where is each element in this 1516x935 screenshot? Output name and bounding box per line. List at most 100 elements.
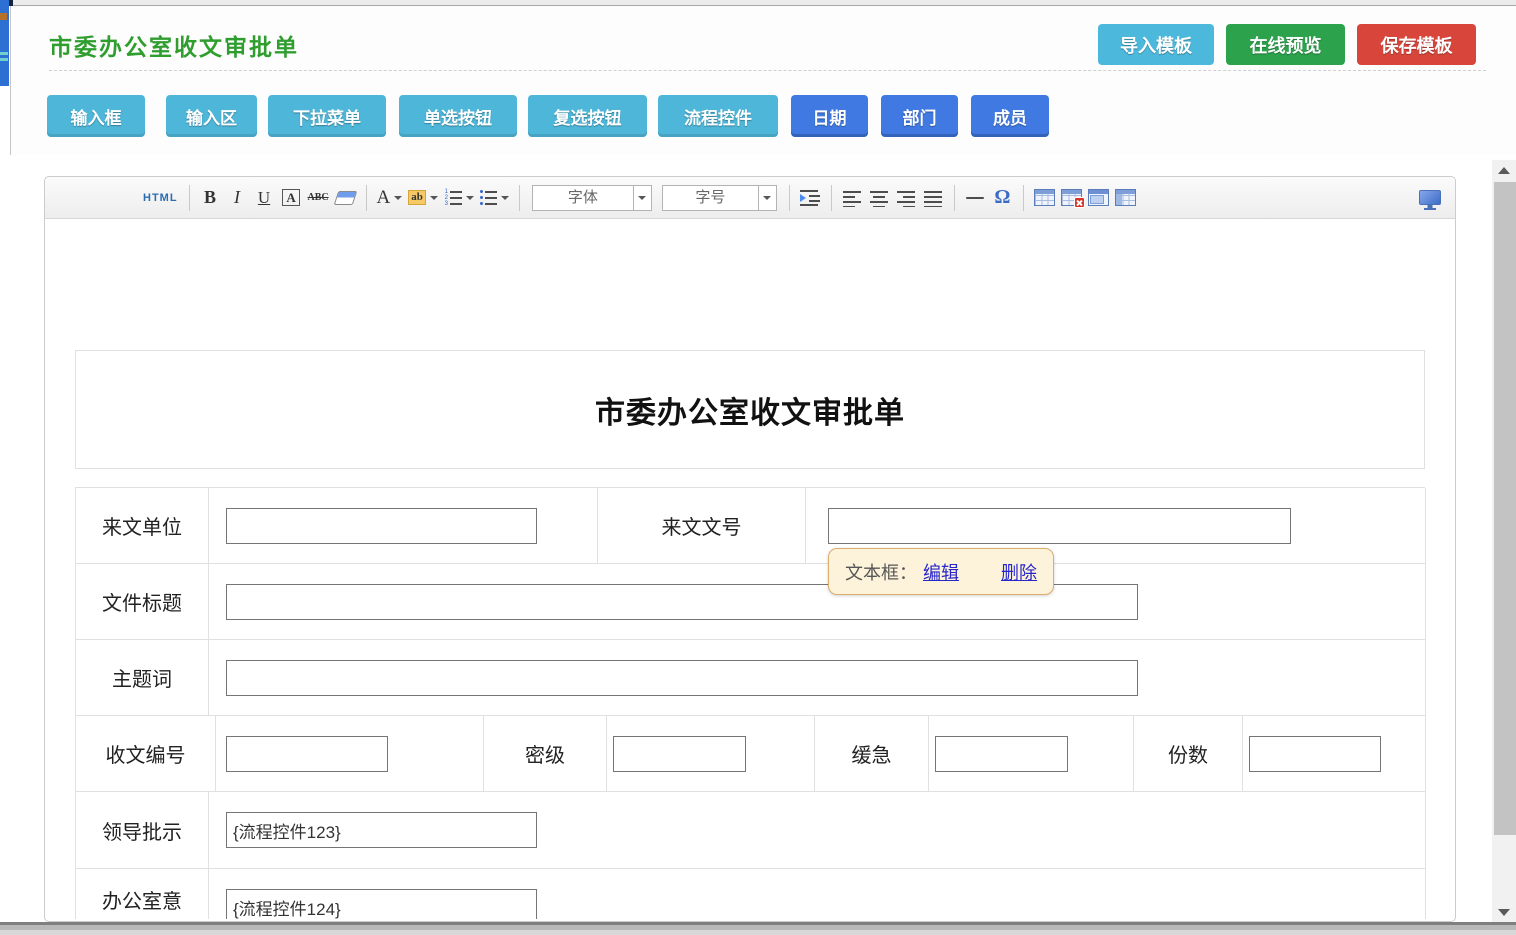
input-urgency[interactable]: [935, 736, 1068, 772]
boxed-a-icon: A: [282, 189, 299, 206]
table-row: 来文单位 来文文号: [76, 488, 1425, 564]
scrollbar-thumb[interactable]: [1494, 182, 1516, 835]
indent-icon: [800, 189, 820, 206]
label-urgency: 缓急: [815, 716, 929, 792]
font-style-button[interactable]: A: [278, 184, 305, 211]
text-color-button[interactable]: A: [374, 184, 406, 211]
scroll-down-button[interactable]: [1492, 902, 1516, 922]
table-row: 领导批示: [76, 792, 1425, 869]
input-incoming-unit[interactable]: [226, 508, 537, 544]
maximize-button[interactable]: [1416, 184, 1443, 211]
input-security-level[interactable]: [613, 736, 746, 772]
scroll-up-button[interactable]: [1492, 160, 1516, 180]
remove-format-button[interactable]: [332, 184, 359, 211]
field-action-tooltip: 文本框： 编辑 删除: [828, 548, 1054, 595]
bold-button[interactable]: B: [197, 184, 224, 211]
widget-button-checkbox[interactable]: 复选按钮: [528, 95, 647, 137]
italic-button[interactable]: I: [224, 184, 251, 211]
select-dropdown-button[interactable]: [758, 186, 776, 210]
monitor-icon: [1419, 190, 1441, 205]
widget-button-flow-control[interactable]: 流程控件: [658, 95, 778, 137]
input-leader-comments[interactable]: [226, 812, 537, 848]
justify-button[interactable]: [920, 184, 947, 211]
vertical-scrollbar[interactable]: [1492, 160, 1516, 922]
save-template-button[interactable]: 保存模板: [1357, 24, 1476, 65]
special-character-button[interactable]: Ω: [989, 184, 1016, 211]
chevron-down-icon: [501, 196, 509, 200]
background-window-strip: [0, 0, 9, 86]
editor-content[interactable]: 市委办公室收文审批单 来文单位 来文文号 文件标题 主题词: [45, 219, 1455, 919]
widget-button-dropdown[interactable]: 下拉菜单: [268, 95, 386, 137]
bullet-list-button[interactable]: [477, 184, 512, 211]
source-code-button[interactable]: HTML: [139, 184, 182, 211]
indent-button[interactable]: [797, 184, 824, 211]
label-office-opinion: 办公室意: [76, 869, 209, 919]
label-copies: 份数: [1134, 716, 1243, 792]
online-preview-button[interactable]: 在线预览: [1226, 24, 1345, 65]
edit-link[interactable]: 编辑: [923, 559, 959, 585]
font-size-select[interactable]: 字号: [662, 185, 777, 211]
toolbar-separator: [519, 185, 520, 211]
align-center-button[interactable]: [866, 184, 893, 211]
delete-table-button[interactable]: [1058, 184, 1085, 211]
widget-button-member[interactable]: 成员: [971, 95, 1049, 137]
select-dropdown-button[interactable]: [633, 186, 651, 210]
table-properties-button[interactable]: [1085, 184, 1112, 211]
toolbar-separator: [1023, 185, 1024, 211]
form-table: 来文单位 来文文号 文件标题 主题词 收文编号 密级: [75, 487, 1425, 919]
dashed-divider: [49, 70, 1486, 71]
align-right-button[interactable]: [893, 184, 920, 211]
eraser-icon: [333, 191, 357, 205]
red-x-badge: [1074, 197, 1085, 208]
label-incoming-unit: 来文单位: [76, 488, 209, 564]
align-left-icon: [843, 189, 861, 207]
numbered-list-button[interactable]: 1 2 3: [441, 184, 477, 211]
import-template-button[interactable]: 导入模板: [1098, 24, 1214, 65]
chevron-down-icon: [638, 196, 646, 200]
widget-button-radio[interactable]: 单选按钮: [399, 95, 517, 137]
toolbar-separator: [831, 185, 832, 211]
arrow-up-icon: [1498, 167, 1510, 174]
justify-icon: [924, 189, 942, 207]
screen: 市委办公室收文审批单 导入模板 在线预览 保存模板 输入框 输入区 下拉菜单 单…: [0, 0, 1516, 935]
insert-table-button[interactable]: [1031, 184, 1058, 211]
widget-button-date[interactable]: 日期: [791, 95, 868, 137]
widget-button-department[interactable]: 部门: [881, 95, 958, 137]
header-panel: 市委办公室收文审批单 导入模板 在线预览 保存模板 输入框 输入区 下拉菜单 单…: [10, 6, 1516, 155]
font-family-select[interactable]: 字体: [532, 185, 652, 211]
input-receipt-number[interactable]: [226, 736, 388, 772]
table-icon: [1034, 189, 1055, 206]
form-title: 市委办公室收文审批单: [595, 388, 905, 432]
widget-button-textarea[interactable]: 输入区: [166, 95, 257, 137]
page-title: 市委办公室收文审批单: [49, 28, 299, 62]
input-keywords[interactable]: [226, 660, 1138, 696]
input-office-opinion[interactable]: [226, 889, 537, 919]
strip-mark: [0, 58, 8, 61]
chevron-down-icon: [430, 196, 438, 200]
label-receipt-number: 收文编号: [76, 716, 216, 792]
align-left-button[interactable]: [839, 184, 866, 211]
cell-properties-button[interactable]: [1112, 184, 1139, 211]
editor-toolbar: HTML B I U A ABC A ab 1 2 3: [45, 177, 1455, 219]
chevron-down-icon: [394, 196, 402, 200]
align-center-icon: [870, 189, 888, 207]
rich-text-editor: HTML B I U A ABC A ab 1 2 3: [44, 176, 1456, 922]
widget-button-input-box[interactable]: 输入框: [47, 95, 145, 137]
strip-mark: [0, 13, 7, 20]
toolbar-separator: [189, 185, 190, 211]
delete-link[interactable]: 删除: [1001, 559, 1037, 585]
bullet-list-icon: [480, 190, 497, 206]
arrow-down-icon: [1498, 909, 1510, 916]
numbered-list-icon: 1 2 3: [444, 190, 462, 206]
underline-button[interactable]: U: [251, 184, 278, 211]
toolbar-separator: [366, 185, 367, 211]
label-security-level: 密级: [484, 716, 607, 792]
input-incoming-doc-number[interactable]: [828, 508, 1291, 544]
highlight-color-button[interactable]: ab: [405, 184, 441, 211]
input-copies[interactable]: [1249, 736, 1381, 772]
table-row: 文件标题: [76, 564, 1425, 640]
label-incoming-doc-number: 来文文号: [598, 488, 806, 564]
label-keywords: 主题词: [76, 640, 209, 716]
horizontal-rule-button[interactable]: [962, 184, 989, 211]
strikethrough-button[interactable]: ABC: [305, 184, 332, 211]
